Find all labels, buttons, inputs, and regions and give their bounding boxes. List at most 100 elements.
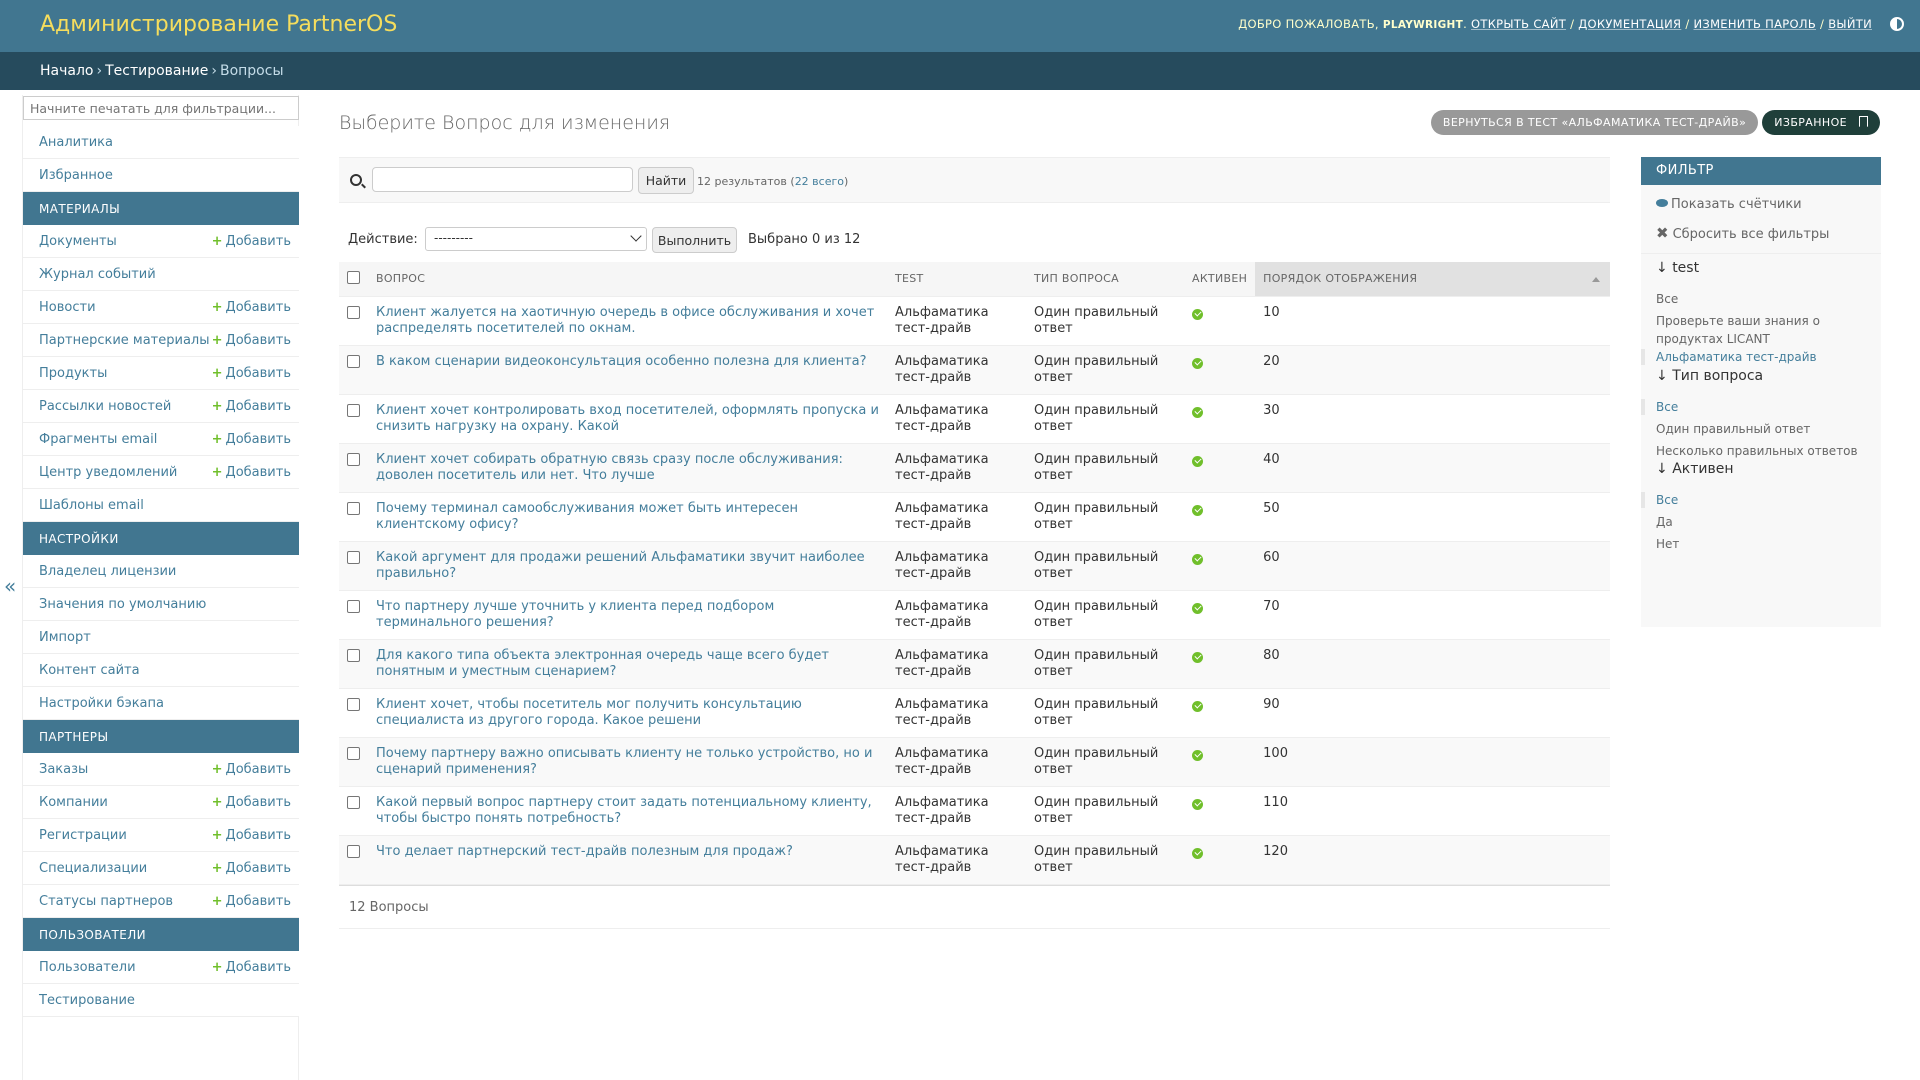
sidebar-item[interactable]: Аналитика [23, 126, 299, 159]
sidebar-item-label[interactable]: Новости [39, 300, 96, 315]
sidebar-section-header[interactable]: Партнеры [23, 720, 299, 753]
sidebar-item-label[interactable]: Пользователи [39, 960, 136, 975]
sidebar-item-label[interactable]: Значения по умолчанию [39, 597, 206, 612]
question-link[interactable]: Клиент хочет, чтобы посетитель мог получ… [376, 697, 802, 728]
sidebar-item-label[interactable]: Специализации [39, 861, 147, 876]
sidebar-item-label[interactable]: Контент сайта [39, 663, 140, 678]
question-link[interactable]: Клиент хочет контролировать вход посетит… [376, 403, 879, 434]
sidebar-section-header[interactable]: Настройки [23, 522, 299, 555]
sidebar-item[interactable]: Регистрации + Добавить [23, 819, 299, 852]
sidebar-item-label[interactable]: Компании [39, 795, 108, 810]
question-link[interactable]: Для какого типа объекта электронная очер… [376, 648, 829, 679]
theme-toggle-icon[interactable] [1890, 17, 1904, 31]
search-button[interactable]: Найти [638, 167, 694, 194]
sidebar-item[interactable]: Владелец лицензии [23, 555, 299, 588]
filter-option[interactable]: Нет [1656, 535, 1866, 553]
question-link[interactable]: Что партнеру лучше уточнить у клиента пе… [376, 599, 774, 630]
sidebar-item-label[interactable]: Центр уведомлений [39, 465, 177, 480]
show-all-link[interactable]: 22 всего [795, 175, 844, 188]
sidebar-add-link[interactable]: + Добавить [212, 762, 291, 777]
breadcrumb-home[interactable]: Начало [40, 63, 93, 79]
sidebar-item[interactable]: Рассылки новостей + Добавить [23, 390, 299, 423]
sidebar-item[interactable]: Импорт [23, 621, 299, 654]
sidebar-item-label[interactable]: Настройки бэкапа [39, 696, 164, 711]
documentation-link[interactable]: Документация [1578, 17, 1681, 31]
sidebar-item[interactable]: Компании + Добавить [23, 786, 299, 819]
sidebar-item[interactable]: Шаблоны email [23, 489, 299, 522]
row-checkbox[interactable] [347, 403, 360, 417]
sidebar-item[interactable]: Центр уведомлений + Добавить [23, 456, 299, 489]
row-checkbox[interactable] [347, 697, 360, 711]
filter-option[interactable]: Проверьте ваши знания о продуктах LICANT [1656, 312, 1866, 348]
sidebar-item-label[interactable]: Рассылки новостей [39, 399, 171, 414]
sidebar-item[interactable]: Специализации + Добавить [23, 852, 299, 885]
filter-option[interactable]: Все [1641, 398, 1866, 416]
sidebar-add-link[interactable]: + Добавить [212, 960, 291, 975]
column-header-test[interactable]: Test [887, 262, 1026, 297]
sidebar-item[interactable]: Фрагменты email + Добавить [23, 423, 299, 456]
reset-filters-link[interactable]: ✖ Сбросить все фильтры [1656, 224, 1829, 242]
sidebar-item-label[interactable]: Продукты [39, 366, 107, 381]
sidebar-item-label[interactable]: Документы [39, 234, 117, 249]
sidebar-item[interactable]: Заказы + Добавить [23, 753, 299, 786]
question-link[interactable]: Что делает партнерский тест-драйв полезн… [376, 844, 793, 859]
question-link[interactable]: Почему партнеру важно описывать клиенту … [376, 746, 872, 777]
sidebar-item[interactable]: Партнерские материалы + Добавить [23, 324, 299, 357]
row-checkbox[interactable] [347, 648, 360, 662]
sidebar-add-link[interactable]: + Добавить [212, 399, 291, 414]
sidebar-item[interactable]: Документы + Добавить [23, 225, 299, 258]
sidebar-add-link[interactable]: + Добавить [212, 894, 291, 909]
sidebar-section-label[interactable]: Пользователи [39, 928, 146, 942]
sidebar-item-label[interactable]: Заказы [39, 762, 88, 777]
question-link[interactable]: Какой первый вопрос партнеру стоит задат… [376, 795, 872, 826]
sidebar-add-link[interactable]: + Добавить [212, 465, 291, 480]
sort-ascending-icon[interactable] [1592, 277, 1600, 282]
question-link[interactable]: Клиент хочет собирать обратную связь сра… [376, 452, 843, 483]
sidebar-item[interactable]: Настройки бэкапа [23, 687, 299, 720]
sidebar-item-label[interactable]: Импорт [39, 630, 91, 645]
filter-option[interactable]: Все [1656, 290, 1866, 308]
sidebar-item[interactable]: Новости + Добавить [23, 291, 299, 324]
sidebar-section-header[interactable]: Материалы [23, 192, 299, 225]
row-checkbox[interactable] [347, 550, 360, 564]
sidebar-add-link[interactable]: + Добавить [212, 366, 291, 381]
filter-option[interactable]: Все [1641, 491, 1866, 509]
row-checkbox[interactable] [347, 844, 360, 858]
change-password-link[interactable]: Изменить пароль [1694, 17, 1817, 31]
column-header-active[interactable]: Активен [1184, 262, 1256, 297]
sidebar-add-link[interactable]: + Добавить [212, 795, 291, 810]
sidebar-item[interactable]: Контент сайта [23, 654, 299, 687]
favorite-button[interactable]: Избранное [1762, 110, 1880, 135]
row-checkbox[interactable] [347, 599, 360, 613]
sidebar-item-label[interactable]: Статусы партнеров [39, 894, 173, 909]
sidebar-item-label[interactable]: Регистрации [39, 828, 127, 843]
row-checkbox[interactable] [347, 501, 360, 515]
row-checkbox[interactable] [347, 795, 360, 809]
filter-option[interactable]: Да [1656, 513, 1866, 531]
select-all-checkbox[interactable] [347, 271, 360, 285]
sidebar-item[interactable]: Избранное [23, 159, 299, 192]
row-checkbox[interactable] [347, 305, 360, 319]
sidebar-section-header[interactable]: Пользователи [23, 918, 299, 951]
sidebar-item-label[interactable]: Партнерские материалы [39, 333, 209, 348]
row-checkbox[interactable] [347, 452, 360, 466]
sidebar-item-label[interactable]: Шаблоны email [39, 498, 144, 513]
sidebar-add-link[interactable]: + Добавить [212, 300, 291, 315]
column-header-order[interactable]: Порядок отображения [1255, 262, 1610, 297]
sidebar-item[interactable]: Значения по умолчанию [23, 588, 299, 621]
view-site-link[interactable]: Открыть сайт [1471, 17, 1566, 31]
sidebar-section-label[interactable]: Настройки [39, 532, 119, 546]
filter-option[interactable]: Один правильный ответ [1656, 420, 1866, 438]
row-checkbox[interactable] [347, 746, 360, 760]
search-input[interactable] [372, 167, 633, 192]
question-link[interactable]: Клиент жалуется на хаотичную очередь в о… [376, 305, 874, 336]
row-checkbox[interactable] [347, 354, 360, 368]
question-link[interactable]: В каком сценарии видеоконсультация особе… [376, 354, 867, 369]
sidebar-add-link[interactable]: + Добавить [212, 861, 291, 876]
filter-option[interactable]: Несколько правильных ответов [1656, 442, 1866, 460]
sidebar-item-label[interactable]: Аналитика [39, 135, 113, 150]
sidebar-add-link[interactable]: + Добавить [212, 432, 291, 447]
sidebar-filter-input[interactable] [23, 96, 299, 120]
action-select[interactable]: --------- [425, 227, 647, 251]
sidebar-item[interactable]: Статусы партнеров + Добавить [23, 885, 299, 918]
